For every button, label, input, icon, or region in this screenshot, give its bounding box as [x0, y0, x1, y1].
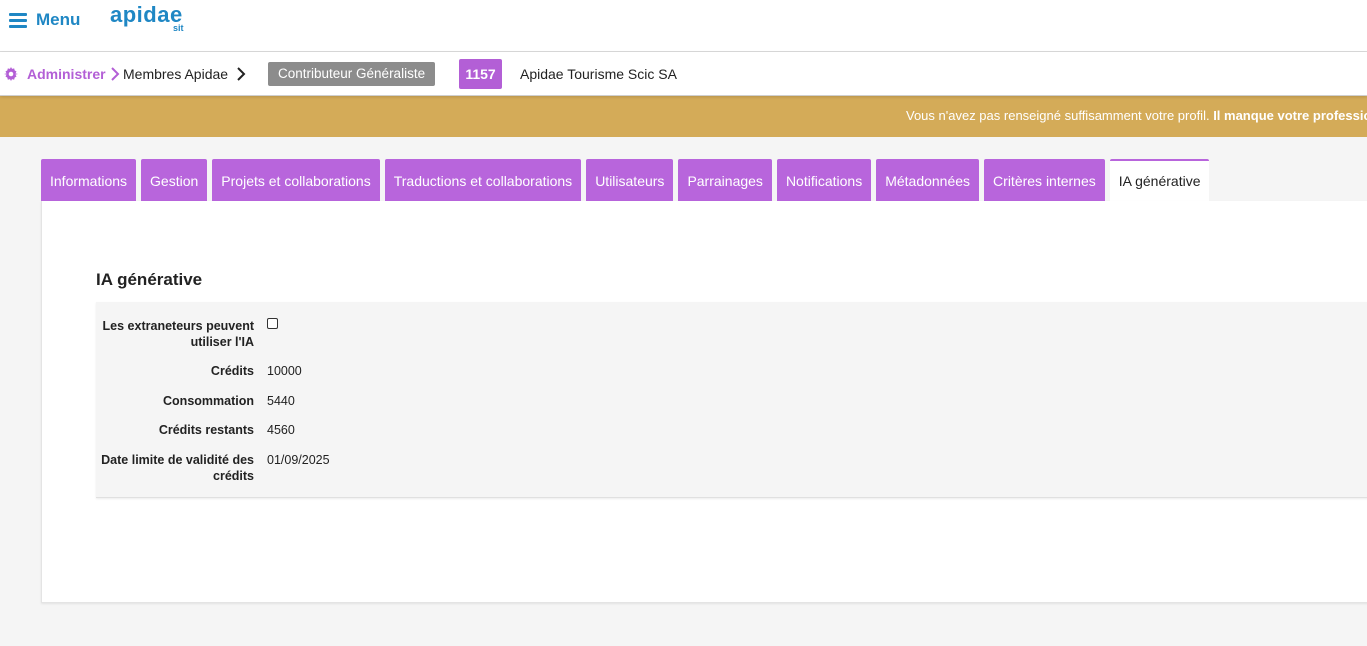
tab-ia-generative[interactable]: IA générative	[1109, 159, 1210, 201]
menu-button[interactable]: Menu	[9, 9, 80, 31]
tab-projets[interactable]: Projets et collaborations	[212, 159, 380, 201]
tab-traductions[interactable]: Traductions et collaborations	[384, 159, 582, 201]
warning-text[interactable]: Vous n'avez pas renseigné suffisamment v…	[906, 108, 1367, 123]
logo-subtext: sit	[173, 23, 184, 33]
role-badge: Contributeur Généraliste	[268, 62, 436, 86]
organization-name: Apidae Tourisme Scic SA	[520, 66, 677, 82]
tab-criteres-internes[interactable]: Critères internes	[984, 159, 1105, 201]
tab-metadonnees[interactable]: Métadonnées	[876, 159, 980, 201]
member-id-badge: 1157	[459, 59, 502, 89]
tab-parrainages[interactable]: Parrainages	[678, 159, 772, 201]
tab-gestion[interactable]: Gestion	[141, 159, 208, 201]
consumption-value: 5440	[267, 394, 295, 408]
deadline-label: Date limite de validité des crédits	[101, 453, 254, 483]
top-header: Menu apidae sit	[0, 0, 1367, 52]
credits-label: Crédits	[210, 364, 254, 378]
breadcrumb-membres[interactable]: Membres Apidae	[123, 66, 228, 82]
breadcrumb: Administrer Membres Apidae Contributeur …	[0, 52, 1367, 96]
member-tabs: Informations Gestion Projets et collabor…	[41, 159, 1210, 201]
warning-emphasis: Il manque votre profession	[1213, 108, 1367, 123]
breadcrumb-administrer[interactable]: Administrer	[27, 66, 106, 82]
tab-utilisateurs[interactable]: Utilisateurs	[586, 159, 674, 201]
logo-text: apidae	[110, 2, 183, 27]
gear-icon	[4, 67, 18, 81]
remaining-credits-label: Crédits restants	[158, 423, 254, 437]
tab-notifications[interactable]: Notifications	[776, 159, 872, 201]
extranet-ia-checkbox[interactable]	[267, 318, 278, 329]
extranet-ia-label: Les extraneteurs peuvent utiliser l'IA	[102, 319, 254, 349]
section-title: IA générative	[96, 270, 203, 289]
chevron-right-icon	[237, 67, 246, 81]
tab-panel: IA générative Les extraneteurs peuvent u…	[41, 201, 1367, 603]
remaining-credits-value: 4560	[267, 423, 295, 437]
credits-value: 10000	[267, 364, 302, 378]
apidae-logo[interactable]: apidae sit	[110, 2, 190, 36]
profile-warning-banner: Vous n'avez pas renseigné suffisamment v…	[0, 96, 1367, 137]
deadline-value: 01/09/2025	[267, 453, 330, 467]
ia-settings-box: Les extraneteurs peuvent utiliser l'IA C…	[96, 302, 1367, 498]
menu-label: Menu	[36, 10, 81, 29]
chevron-right-icon	[111, 67, 120, 81]
tab-informations[interactable]: Informations	[41, 159, 137, 201]
consumption-label: Consommation	[163, 394, 254, 408]
warning-message: Vous n'avez pas renseigné suffisamment v…	[906, 108, 1214, 123]
hamburger-icon	[9, 12, 27, 28]
